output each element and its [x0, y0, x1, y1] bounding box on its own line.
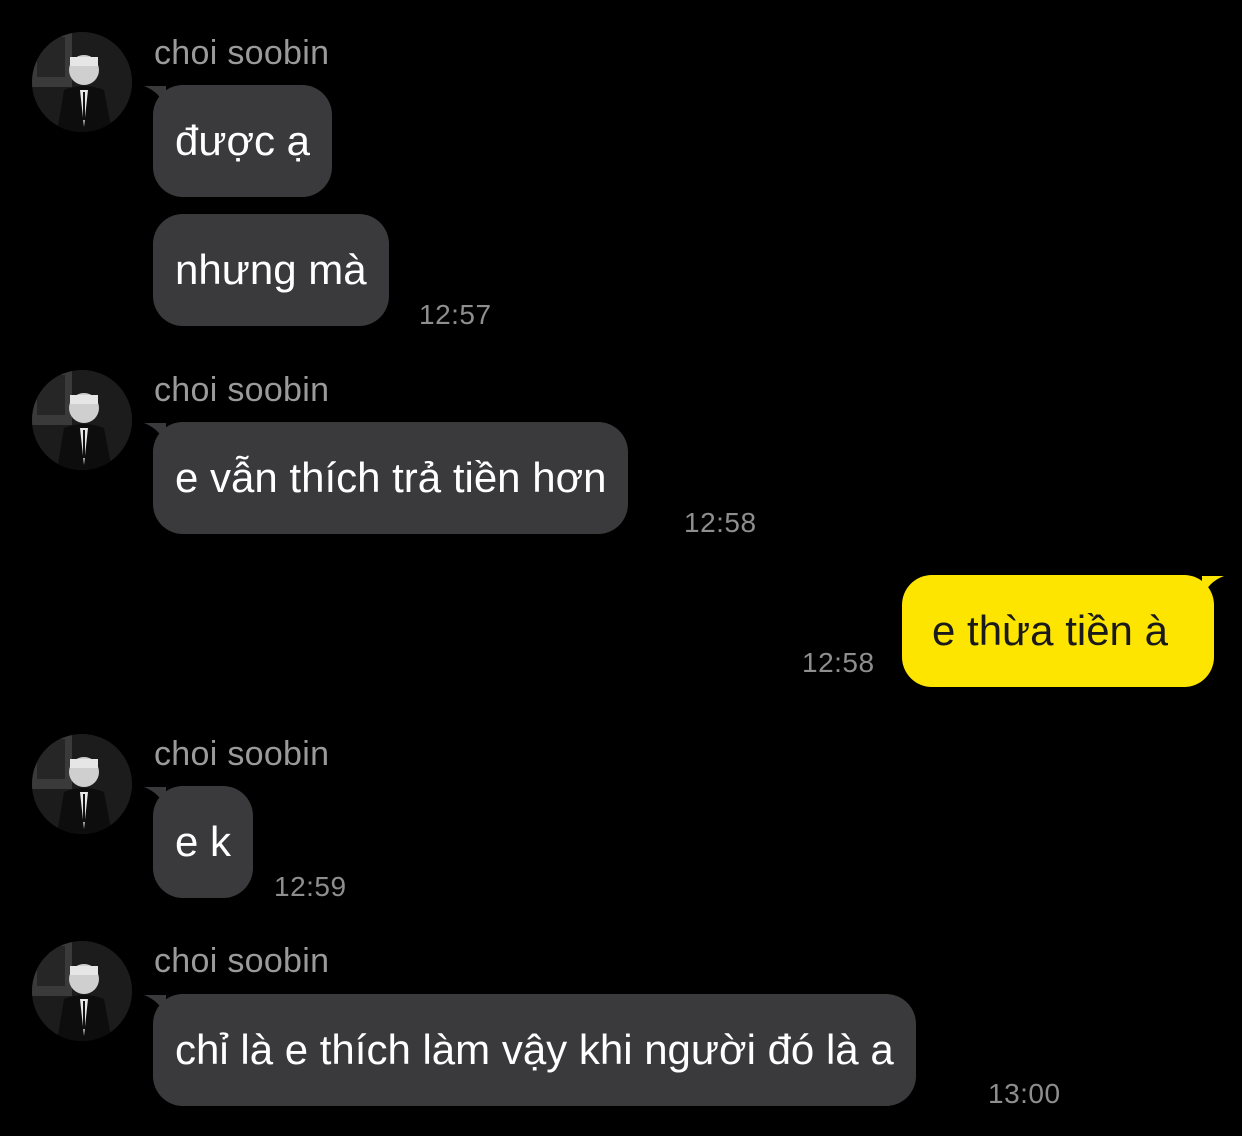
avatar[interactable] — [32, 32, 132, 132]
message-bubble[interactable]: e vẫn thích trả tiền hơn — [153, 422, 629, 534]
message-bubble[interactable]: được ạ — [153, 85, 333, 197]
bubble-tail — [1202, 576, 1224, 598]
message-bubble[interactable]: e k — [153, 786, 254, 898]
message-timestamp: 12:58 — [802, 647, 875, 678]
avatar[interactable] — [32, 370, 132, 470]
message-timestamp: 12:58 — [684, 507, 757, 538]
message-timestamp: 13:00 — [988, 1078, 1061, 1109]
chat-view: choi soobin được ạ nhưng mà 12:57 choi s… — [0, 0, 1242, 1136]
message-bubble[interactable]: chỉ là e thích làm vậy khi người đó là a — [153, 994, 916, 1106]
sender-name: choi soobin — [154, 942, 330, 980]
sender-name: choi soobin — [154, 34, 330, 72]
message-bubble[interactable]: nhưng mà — [153, 214, 389, 326]
avatar[interactable] — [32, 941, 132, 1041]
sender-name: choi soobin — [154, 735, 330, 773]
avatar[interactable] — [32, 734, 132, 834]
message-bubble-outgoing[interactable]: e thừa tiền à — [902, 575, 1214, 687]
sender-name: choi soobin — [154, 371, 330, 409]
message-timestamp: 12:59 — [274, 871, 347, 902]
message-timestamp: 12:57 — [419, 299, 492, 330]
